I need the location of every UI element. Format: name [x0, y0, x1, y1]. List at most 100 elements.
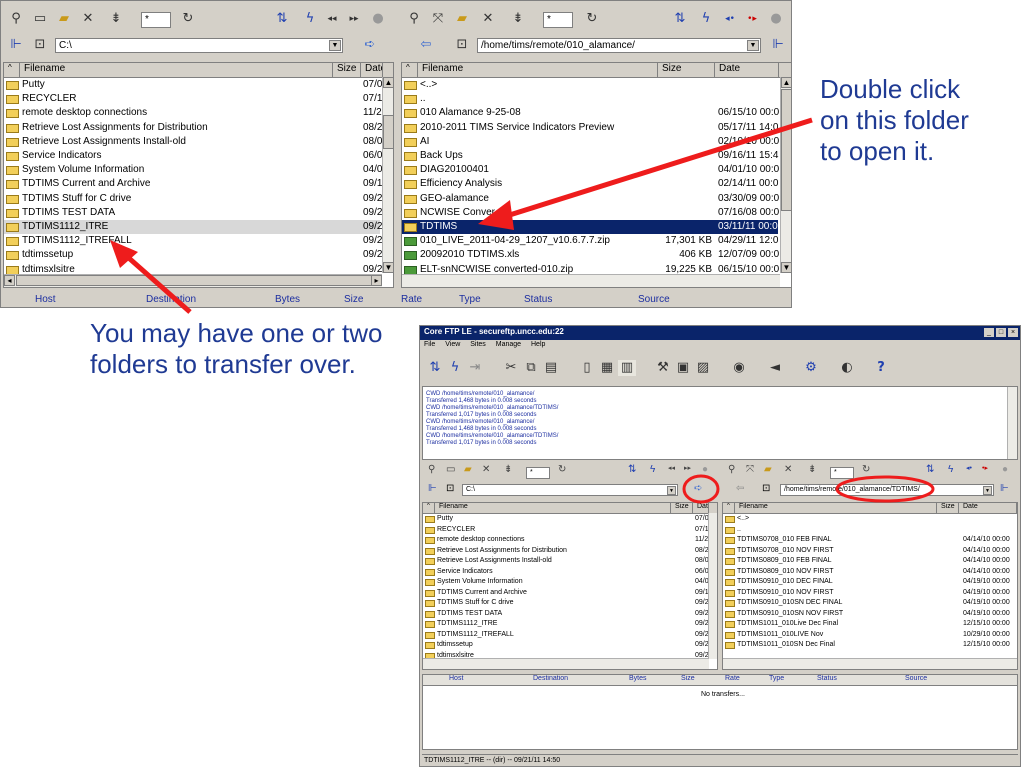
list-item[interactable]: TDTIMS TEST DATA 09/2	[4, 206, 382, 220]
list-item[interactable]: Putty 07/0	[4, 78, 382, 92]
chevron-down-icon[interactable]: ▼	[667, 486, 676, 495]
schedule-icon[interactable]: ▨	[694, 360, 712, 376]
refresh-icon[interactable]: ↻	[179, 11, 197, 27]
list-item[interactable]: System Volume Information 04/0	[423, 577, 709, 588]
list-item[interactable]: Retrieve Lost Assignments Install-old 08/…	[423, 556, 709, 567]
list-item[interactable]: NCWISE Conver 07/16/08 00:0	[402, 206, 779, 220]
right-hscrollbar[interactable]	[402, 274, 780, 287]
connect-icon[interactable]: ⚲	[728, 464, 735, 475]
queue-col-bytes[interactable]: Bytes	[275, 294, 300, 305]
column-sort-icon[interactable]: ^	[723, 503, 735, 513]
br-hscrollbar[interactable]	[723, 658, 1017, 669]
list-item[interactable]: AI 02/10/10 00:0	[402, 135, 779, 149]
chevron-down-icon[interactable]: ▼	[983, 486, 992, 495]
column-size[interactable]: Size	[333, 63, 361, 77]
transfer-mode-icon[interactable]: ⇅	[273, 11, 291, 27]
column-date[interactable]: Date	[959, 503, 1017, 513]
list-item[interactable]: TDTIMS1011_010LIVE Nov 10/29/10 00:00	[723, 630, 1017, 641]
left-scrollbar[interactable]: ▲ ▼	[382, 77, 393, 273]
scroll-thumb[interactable]	[781, 89, 791, 211]
transfer-mode-icon[interactable]: ⇅	[628, 464, 636, 475]
home-dir-icon[interactable]: ⊡	[446, 483, 454, 494]
new-folder-icon[interactable]: ▰	[464, 464, 472, 475]
connect-icon[interactable]: ⚲	[428, 464, 435, 475]
menu-file[interactable]: File	[424, 341, 435, 348]
list-item[interactable]: tdtimssetup 09/2	[423, 640, 709, 651]
close-button[interactable]: ×	[1008, 328, 1018, 337]
quick-connect-icon[interactable]: ϟ	[301, 11, 319, 27]
new-folder-icon[interactable]: ▰	[55, 11, 73, 27]
log-scrollbar[interactable]	[1007, 387, 1017, 459]
list-item[interactable]: RECYCLER 07/1	[4, 92, 382, 106]
column-date[interactable]: Date	[715, 63, 779, 77]
stop-icon[interactable]: ●	[767, 11, 785, 27]
refresh-icon[interactable]: ↻	[583, 11, 601, 27]
forward-icon[interactable]: ▸▸	[684, 464, 691, 472]
list-item[interactable]: DIAG20100401 04/01/10 00:0	[402, 163, 779, 177]
menu-view[interactable]: View	[445, 341, 460, 348]
connect-icon[interactable]: ⚲	[405, 11, 423, 27]
chevron-down-icon[interactable]: ▼	[747, 40, 759, 51]
queue-col-host[interactable]: Host	[35, 294, 56, 305]
list-item[interactable]: TDTIMS0910_010 NOV FIRST 04/19/10 00:00	[723, 588, 1017, 599]
delete-icon[interactable]: ✕	[482, 464, 490, 475]
column-filename[interactable]: Filename	[735, 503, 937, 513]
back-icon[interactable]: ◂◂	[668, 464, 675, 472]
list-item[interactable]: <..>	[402, 78, 778, 92]
list-item[interactable]: Service Indicators 06/0	[423, 567, 709, 578]
list-item[interactable]: TDTIMS Current and Archive 09/1	[4, 177, 382, 191]
list-item[interactable]: GEO-alamance 03/30/09 00:0	[402, 192, 779, 206]
queue-icon[interactable]: ▣	[674, 360, 692, 376]
right-path-input[interactable]: /home/tims/remote/010_alamance/ ▼	[477, 38, 761, 53]
list-item[interactable]: TDTIMS0708_010 FEB FINAL 04/14/10 00:00	[723, 535, 1017, 546]
bl-hscrollbar[interactable]	[423, 658, 709, 669]
queue-col-destination[interactable]: Destination	[146, 294, 196, 305]
list-item[interactable]: Service Indicators 06/0	[4, 149, 382, 163]
view-details-icon[interactable]: ▥	[618, 360, 636, 376]
home-dir-icon[interactable]: ⊡	[762, 483, 770, 494]
list-item[interactable]: TDTIMS0809_010 NOV FIRST 04/14/10 00:00	[723, 567, 1017, 578]
bl-filter-input[interactable]: *	[526, 467, 550, 479]
settings-icon[interactable]: ⚙	[802, 360, 820, 376]
disconnect-icon[interactable]: ⇥	[466, 360, 484, 376]
list-item[interactable]: TDTIMS Current and Archive 09/1	[423, 588, 709, 599]
queue-col-status[interactable]: Status	[817, 675, 837, 682]
list-item[interactable]: TDTIMS Stuff for C drive 09/2	[423, 598, 709, 609]
forward-icon[interactable]: •▸	[982, 464, 988, 472]
back-icon[interactable]: ◂◂	[323, 11, 341, 27]
list-item[interactable]: TDTIMS1112_ITREFALL 09/2	[4, 234, 382, 248]
cut-icon[interactable]: ✂	[502, 360, 520, 376]
left-hscrollbar[interactable]: ◂ ▸	[4, 274, 382, 287]
back-icon[interactable]: ◂•	[721, 11, 739, 27]
column-sort-icon[interactable]: ^	[402, 63, 418, 77]
forward-icon[interactable]: •▸	[743, 11, 761, 27]
list-item[interactable]: TDTIMS1112_ITREFALL 09/2	[423, 630, 709, 641]
list-item[interactable]: TDTIMS0910_010 DEC FINAL 04/19/10 00:00	[723, 577, 1017, 588]
column-date[interactable]: Date	[361, 63, 383, 77]
new-folder-icon[interactable]: ▰	[764, 464, 772, 475]
tools-icon[interactable]: ⚒	[654, 360, 672, 376]
forward-icon[interactable]: ▸▸	[345, 11, 363, 27]
list-item[interactable]: System Volume Information 04/0	[4, 163, 382, 177]
list-item[interactable]: TDTIMS0910_010SN NOV FIRST 04/19/10 00:00	[723, 609, 1017, 620]
menu-help[interactable]: Help	[531, 341, 545, 348]
menu-manage[interactable]: Manage	[496, 341, 521, 348]
queue-col-host[interactable]: Host	[449, 675, 463, 682]
br-filter-input[interactable]: *	[830, 467, 854, 479]
back-icon[interactable]: ◂•	[966, 464, 972, 472]
stop-icon[interactable]: ●	[369, 11, 387, 27]
column-sort-icon[interactable]: ^	[423, 503, 435, 513]
column-size[interactable]: Size	[937, 503, 959, 513]
sort-icon[interactable]: ⇟	[504, 464, 512, 475]
delete-icon[interactable]: ✕	[79, 11, 97, 27]
queue-col-size[interactable]: Size	[681, 675, 695, 682]
parent-dir-icon[interactable]: ⊩	[1000, 483, 1009, 494]
list-item[interactable]: TDTIMS 03/11/11 00:0	[402, 220, 778, 235]
list-item[interactable]: RECYCLER 07/1	[423, 525, 709, 536]
resize-icon[interactable]: ⤧	[746, 464, 754, 475]
sort-icon[interactable]: ⇟	[107, 11, 125, 27]
list-item[interactable]: Retrieve Lost Assignments for Distributi…	[423, 546, 709, 557]
column-size[interactable]: Size	[658, 63, 715, 77]
minimize-button[interactable]: _	[984, 328, 994, 337]
list-item[interactable]: remote desktop connections 11/2	[4, 106, 382, 120]
